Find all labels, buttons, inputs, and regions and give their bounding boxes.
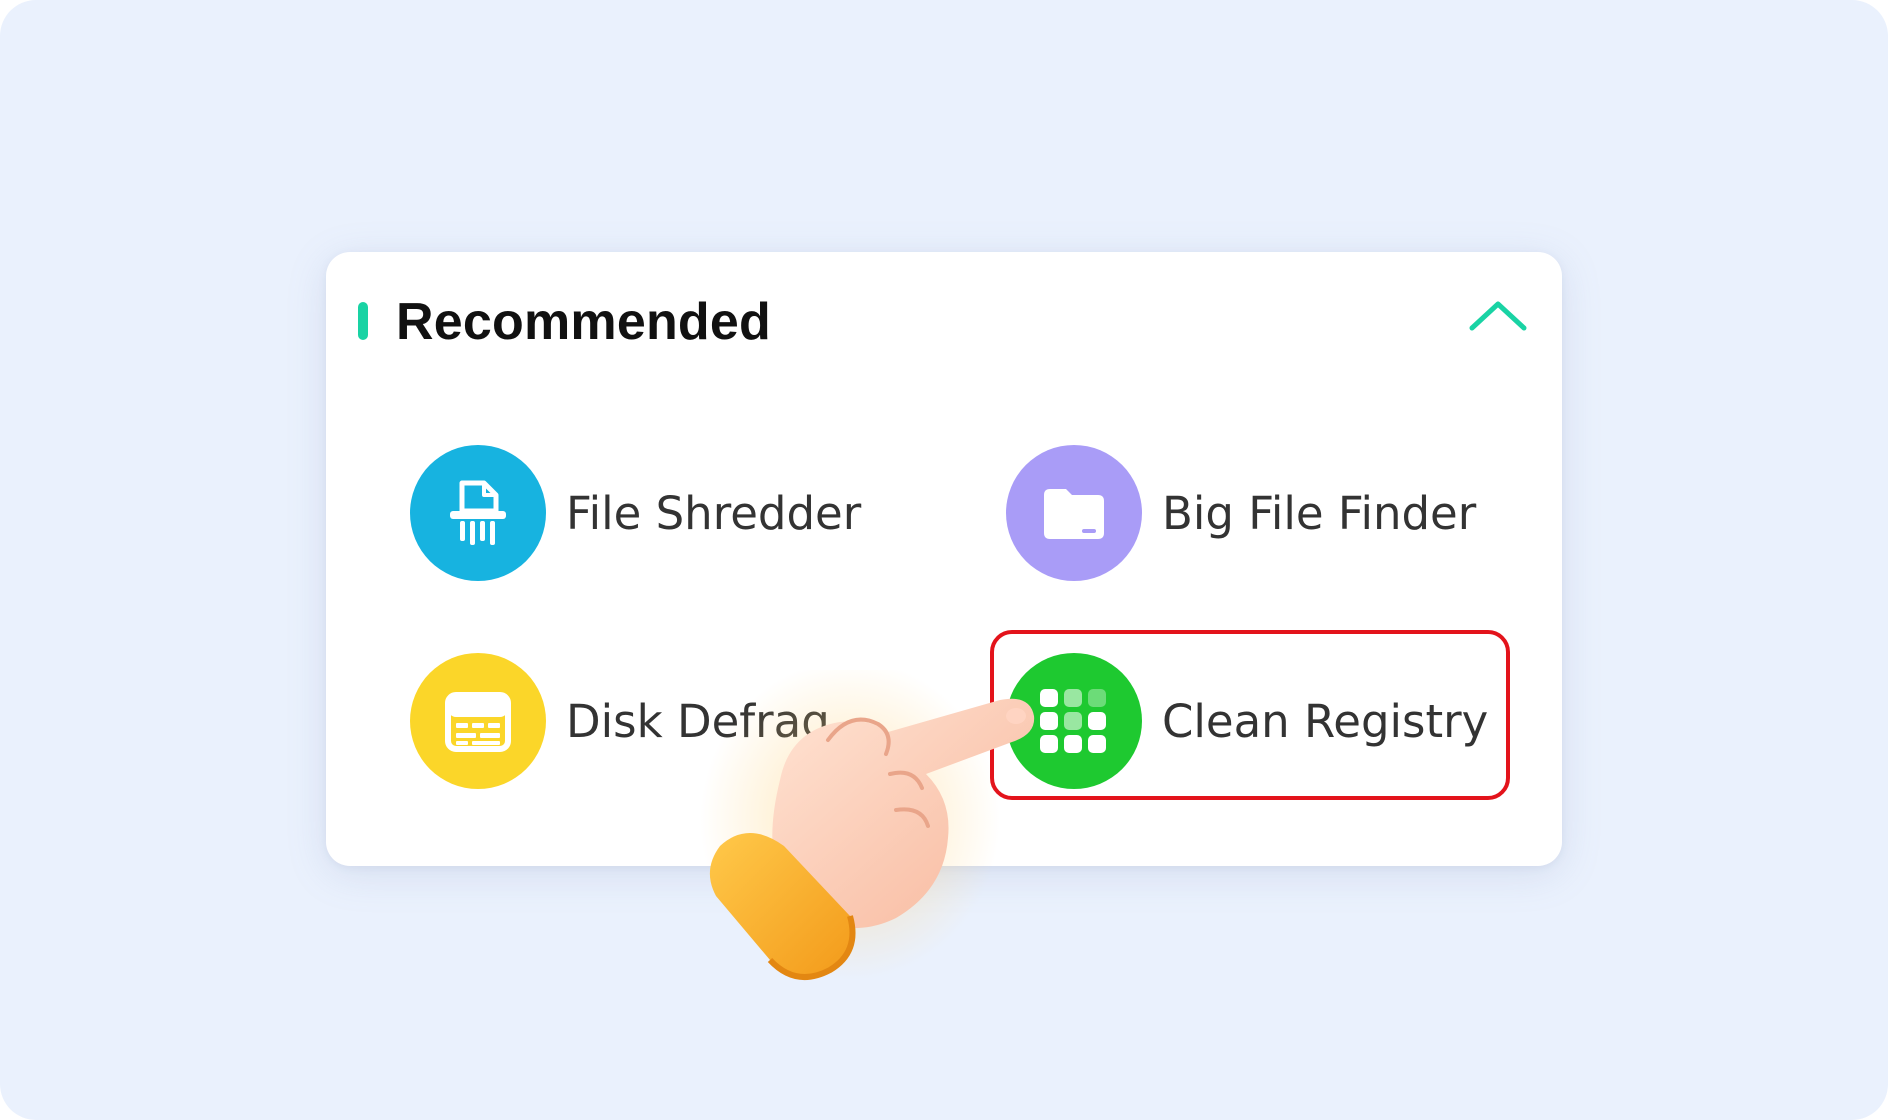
tool-label: Big File Finder xyxy=(1162,486,1477,540)
folder-icon xyxy=(1044,489,1104,539)
tool-label: Disk Defrag xyxy=(566,694,830,748)
tool-big-file-finder[interactable]: Big File Finder xyxy=(1006,438,1476,588)
chevron-up-icon xyxy=(1469,301,1527,331)
registry-grid-icon xyxy=(1040,689,1106,753)
tool-label: File Shredder xyxy=(566,486,862,540)
registry-icon-badge xyxy=(1006,653,1142,789)
collapse-button[interactable] xyxy=(1462,290,1534,342)
folder-icon-badge xyxy=(1006,445,1142,581)
tool-label: Clean Registry xyxy=(1162,694,1489,748)
section-title: Recommended xyxy=(396,293,771,351)
defrag-icon xyxy=(445,692,511,752)
screenshot-canvas: Recommended File Shredder Big File Finde… xyxy=(0,0,1888,1120)
shredder-icon-badge xyxy=(410,445,546,581)
tool-disk-defrag[interactable]: Disk Defrag xyxy=(410,646,830,796)
section-accent-bar xyxy=(358,302,368,340)
recommended-panel: Recommended File Shredder Big File Finde… xyxy=(326,252,1562,866)
defrag-icon-badge xyxy=(410,653,546,789)
tool-file-shredder[interactable]: File Shredder xyxy=(410,438,861,588)
tool-clean-registry[interactable]: Clean Registry xyxy=(1006,646,1488,796)
shredder-icon xyxy=(450,480,506,545)
